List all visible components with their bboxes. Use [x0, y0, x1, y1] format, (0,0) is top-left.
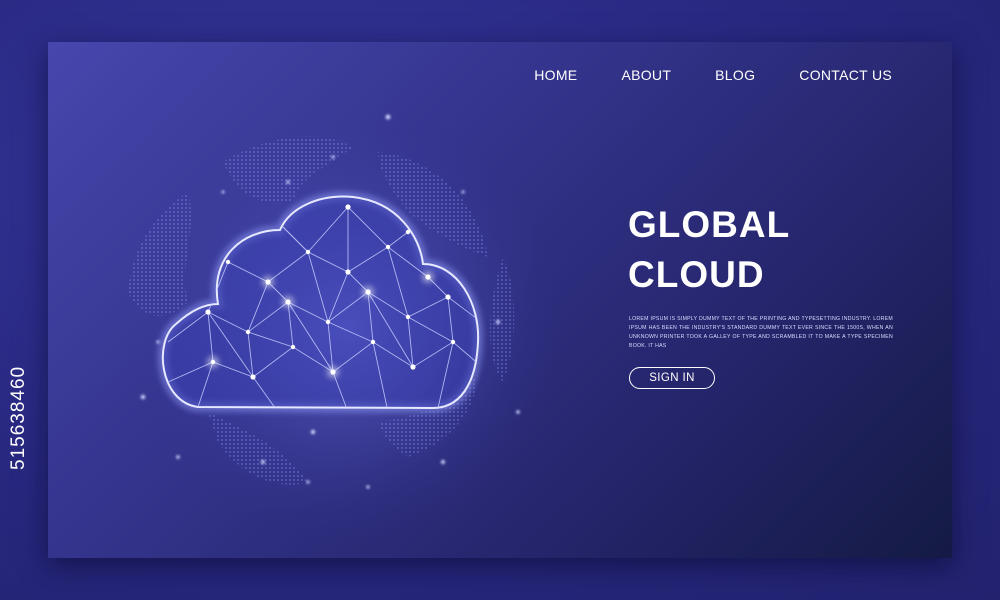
sign-in-button[interactable]: SIGN IN [629, 367, 715, 389]
hero-title-line-2: CLOUD [628, 254, 765, 295]
hero-title: GLOBAL CLOUD [628, 200, 928, 300]
nav-home[interactable]: HOME [534, 67, 577, 83]
cloud-network-globe-icon [128, 112, 563, 542]
nav-about[interactable]: ABOUT [621, 67, 671, 83]
hero-title-line-1: GLOBAL [628, 204, 791, 245]
nav-blog[interactable]: BLOG [715, 67, 755, 83]
top-nav: HOME ABOUT BLOG CONTACT US [490, 67, 892, 83]
landing-card: HOME ABOUT BLOG CONTACT US GLOBAL CLOUD … [48, 42, 952, 558]
stock-id-text: 515638460 [8, 365, 29, 470]
hero-description: Lorem Ipsum is simply dummy text of the … [629, 316, 893, 349]
nav-contact-us[interactable]: CONTACT US [799, 67, 892, 83]
page-background: 515638460 HOME ABOUT BLOG CONTACT US GLO… [0, 0, 1000, 600]
